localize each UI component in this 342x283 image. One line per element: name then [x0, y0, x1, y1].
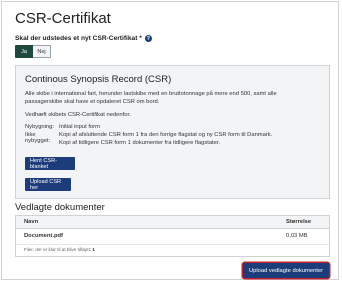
- csr-instruction: Vedhæft skibets CSR-Certifikat nedenfor.: [25, 112, 131, 118]
- files-ready-footer: Filer, der er klar til at blive tilføjet…: [24, 247, 95, 252]
- table-row[interactable]: Document.pdf 0,03 MB: [16, 228, 329, 245]
- upload-attached-documents-button[interactable]: Upload vedlagte dokumenter: [243, 263, 329, 278]
- ikke-nybygget-value-1: Kopi af afsluttende CSR form 1 fra den f…: [59, 132, 273, 138]
- csr-info-box: Continous Synopsis Record (CSR) Alle ski…: [15, 65, 330, 199]
- ikke-nybygget-row: Ikke nybygget: Kopi af afsluttende CSR f…: [25, 132, 272, 147]
- ikke-nybygget-value-2: Kopi af tidligere CSR form 1 dokumenter …: [59, 139, 221, 146]
- document-size: 0,03 MB: [286, 233, 308, 239]
- csr-panel: CSR-Certifikat Skal der udstedes et nyt …: [1, 1, 339, 280]
- csr-question: Skal der udstedes et nyt CSR-Certifikat …: [15, 35, 152, 42]
- ikke-nybygget-label: Ikke nybygget:: [25, 132, 51, 144]
- csr-question-label: Skal der udstedes et nyt CSR-Certifikat …: [15, 35, 142, 42]
- toggle-no-button[interactable]: Nej: [33, 45, 51, 58]
- csr-description: Alle skibe i international fart, herunde…: [25, 91, 277, 105]
- yes-no-toggle: Ja Nej: [15, 45, 51, 58]
- documents-table: Navn Størrelse Document.pdf 0,03 MB File…: [15, 215, 330, 257]
- column-name-header: Navn: [24, 219, 39, 225]
- download-csr-form-button[interactable]: Hent CSR-blanket: [25, 157, 75, 170]
- files-ready-label: Filer, der er klar til at blive tilføjet…: [24, 247, 92, 252]
- upload-csr-button[interactable]: Upload CSR her: [25, 178, 71, 191]
- nybygning-label: Nybygning:: [25, 124, 55, 130]
- document-name: Document.pdf: [24, 233, 63, 239]
- nybygning-value: Initial input form: [59, 124, 100, 130]
- files-ready-count: 1: [92, 247, 95, 252]
- toggle-yes-button[interactable]: Ja: [15, 45, 33, 58]
- question-circle-icon[interactable]: ?: [144, 35, 152, 42]
- column-size-header: Størrelse: [286, 219, 312, 225]
- nybygning-row: Nybygning: Initial input form: [25, 124, 100, 132]
- attached-documents-title: Vedlagte dokumenter: [15, 202, 105, 213]
- csr-section-title: Continous Synopsis Record (CSR): [25, 74, 172, 85]
- page-title: CSR-Certifikat: [15, 10, 111, 27]
